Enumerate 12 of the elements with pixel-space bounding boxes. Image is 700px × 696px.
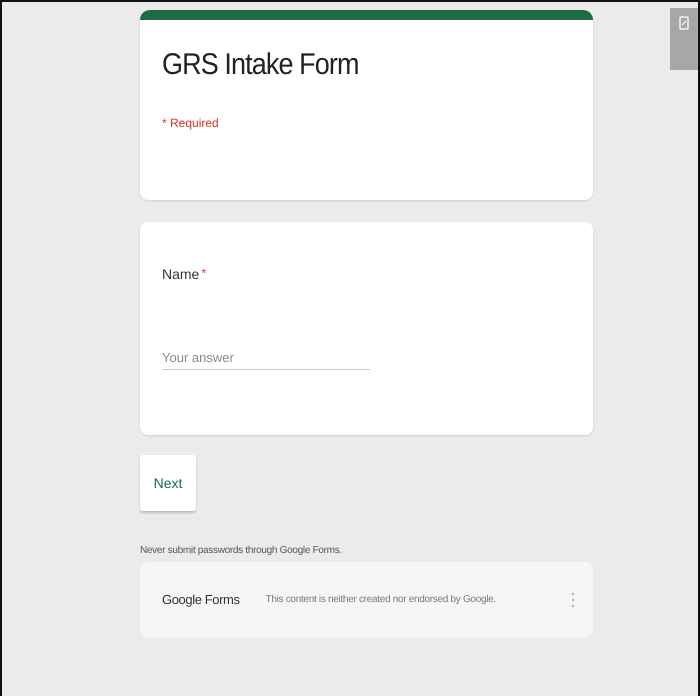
more-icon[interactable] xyxy=(571,592,575,608)
next-button[interactable]: Next xyxy=(140,455,196,511)
answer-field[interactable]: Your answer xyxy=(162,346,370,370)
brand-logo: Google Forms xyxy=(162,592,240,607)
edit-icon[interactable] xyxy=(679,16,689,30)
required-mark: * xyxy=(201,266,206,280)
form-title: GRS Intake Form xyxy=(162,48,359,82)
required-note: * Required xyxy=(162,116,220,130)
side-tab[interactable] xyxy=(670,8,698,70)
question-title: Name xyxy=(162,266,200,282)
password-warning: Never submit passwords through Google Forms. xyxy=(140,545,343,556)
disclaimer-text: This content is neither created nor endorsed by Google. xyxy=(266,594,497,605)
